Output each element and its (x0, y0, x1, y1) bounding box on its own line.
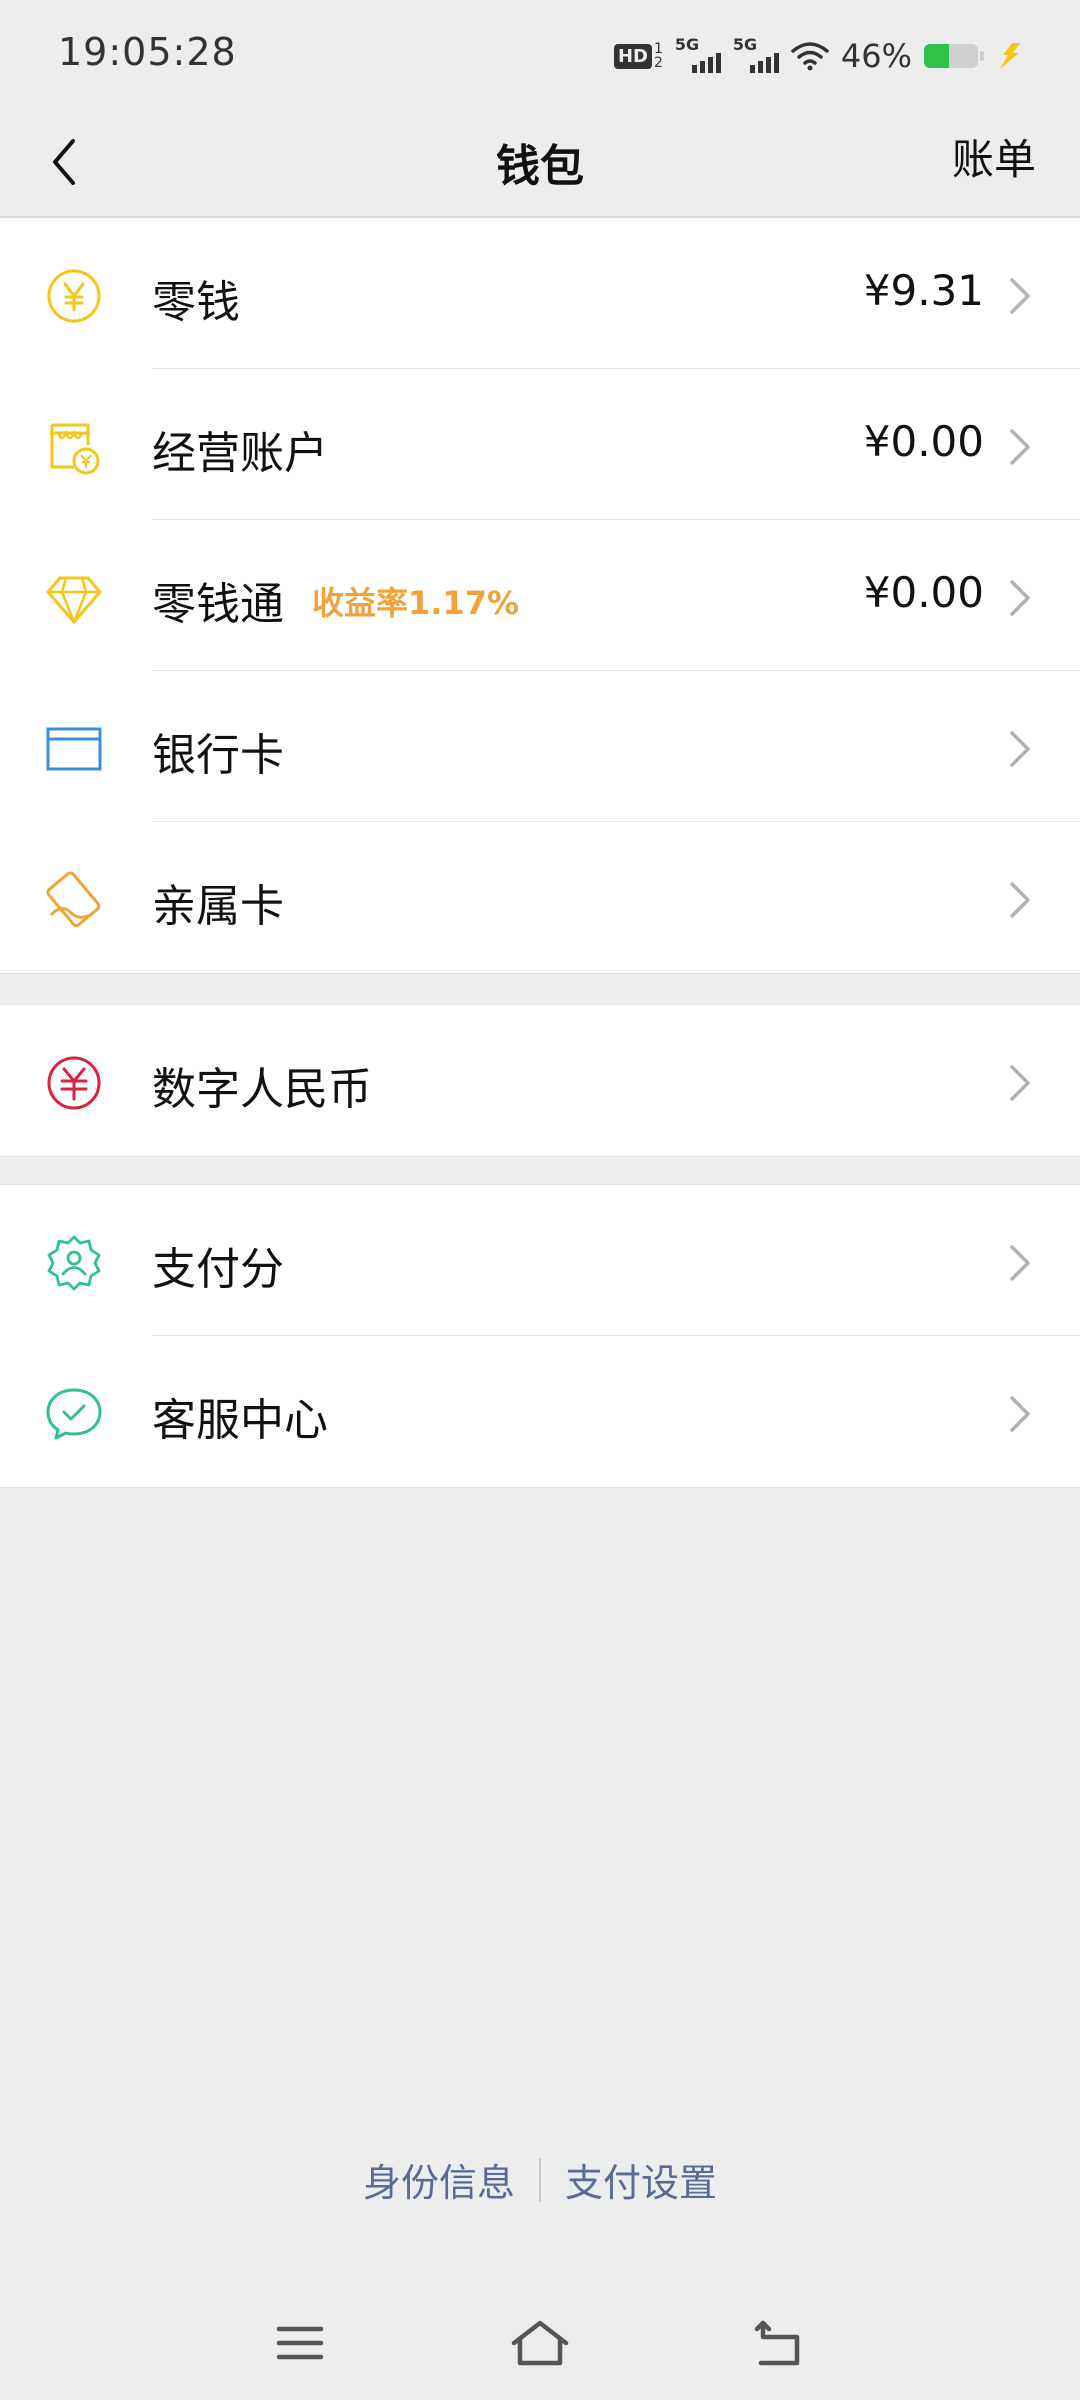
system-nav-bar (0, 2290, 1080, 2400)
page-title: 钱包 (496, 141, 584, 192)
row-label: 银行卡 (152, 730, 284, 781)
row-change[interactable]: 零钱 ¥9.31 (0, 218, 1080, 369)
chevron-right-icon (1010, 580, 1030, 616)
shop-account-icon (50, 423, 100, 475)
status-time: 19:05:28 (58, 30, 237, 74)
sim2-label: 5G (732, 35, 758, 54)
bill-button[interactable]: 账单 (952, 126, 1036, 187)
row-family-card[interactable]: 亲属卡 (0, 822, 1080, 973)
wallet-main-group: 零钱 ¥9.31 经营账户 ¥0.00 零钱通 收益率1.17% ¥0.00 银… (0, 217, 1080, 974)
chevron-right-icon (1010, 882, 1030, 918)
row-label: 经营账户 (152, 428, 328, 479)
service-group: 支付分 客服中心 (0, 1184, 1080, 1488)
recent-apps-button[interactable] (260, 2308, 340, 2378)
chevron-right-icon (1010, 1065, 1030, 1101)
battery-icon (924, 44, 978, 68)
row-label: 数字人民币 (152, 1064, 372, 1115)
row-label: 支付分 (152, 1244, 284, 1295)
signal-sim1-icon: 5G (674, 35, 721, 75)
digital-rmb-group: 数字人民币 (0, 1004, 1080, 1157)
menu-icon (276, 2326, 324, 2360)
nav-bar: 钱包 账单 (0, 110, 1080, 217)
footer-links: 身份信息 支付设置 (0, 2152, 1080, 2207)
status-bar: 19:05:28 HD 1 2 5G 5G 46% (0, 0, 1080, 110)
row-value: ¥9.31 (863, 266, 984, 315)
home-icon (511, 2320, 569, 2366)
pay-score-icon (47, 1235, 101, 1291)
chevron-right-icon (1010, 731, 1030, 767)
hd-label: HD (613, 43, 652, 69)
home-button[interactable] (500, 2308, 580, 2378)
battery-percent: 46% (840, 37, 912, 75)
hd-voice-icon: HD 1 2 (613, 41, 663, 71)
row-digital-rmb[interactable]: 数字人民币 (0, 1005, 1080, 1156)
row-label: 零钱 (152, 277, 240, 328)
row-business-account[interactable]: 经营账户 ¥0.00 (0, 369, 1080, 520)
status-icons: HD 1 2 5G 5G 46% (613, 34, 1024, 78)
identity-info-link[interactable]: 身份信息 (363, 2152, 515, 2207)
footer-separator (539, 2157, 541, 2202)
family-card-icon (46, 871, 101, 928)
charging-icon (1000, 43, 1020, 69)
row-bank-card[interactable]: 银行卡 (0, 671, 1080, 822)
back-nav-button[interactable] (740, 2308, 820, 2378)
row-label: 零钱通 (152, 579, 284, 630)
chevron-right-icon (1010, 1245, 1030, 1281)
chevron-right-icon (1010, 278, 1030, 314)
row-label: 亲属卡 (152, 881, 284, 932)
row-value: ¥0.00 (863, 568, 984, 617)
wifi-icon (791, 42, 829, 71)
sim1-label: 5G (674, 35, 700, 54)
bank-card-icon (46, 727, 102, 771)
digital-rmb-icon (47, 1056, 101, 1110)
customer-service-icon (46, 1388, 102, 1440)
row-label: 客服中心 (152, 1395, 328, 1446)
yuan-coin-icon (47, 269, 101, 323)
payment-settings-link[interactable]: 支付设置 (565, 2152, 717, 2207)
hd-top: 1 (653, 41, 663, 57)
row-customer-service[interactable]: 客服中心 (0, 1336, 1080, 1487)
chevron-right-icon (1010, 1396, 1030, 1432)
diamond-icon (46, 576, 102, 624)
back-nav-icon (754, 2320, 800, 2366)
row-change-pass[interactable]: 零钱通 收益率1.17% ¥0.00 (0, 520, 1080, 671)
signal-sim2-icon: 5G (732, 35, 779, 75)
yield-rate-badge: 收益率1.17% (312, 584, 520, 622)
row-value: ¥0.00 (863, 417, 984, 466)
row-pay-score[interactable]: 支付分 (0, 1185, 1080, 1336)
chevron-right-icon (1010, 429, 1030, 465)
hd-bottom: 2 (653, 55, 663, 71)
